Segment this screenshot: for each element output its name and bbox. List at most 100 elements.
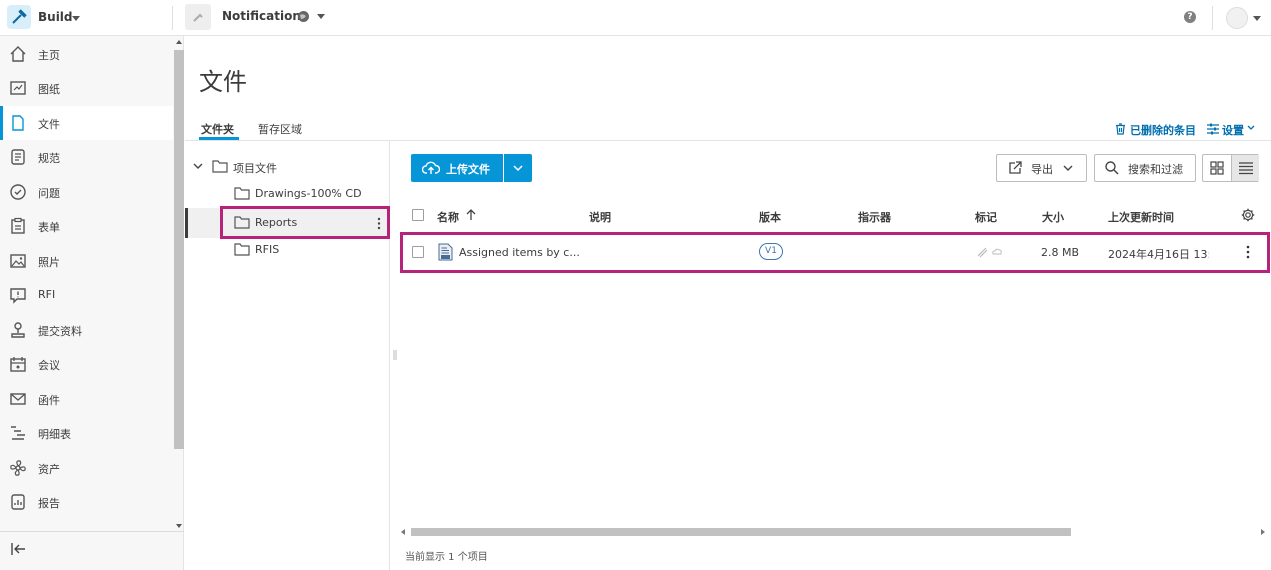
meetings-icon: [9, 355, 27, 373]
sidebar-item-forms[interactable]: 表单: [0, 209, 173, 243]
collapse-icon[interactable]: [11, 542, 27, 556]
sidebar-item-label: 文件: [38, 118, 60, 131]
highlight-box: [220, 206, 390, 239]
pane-resize-handle[interactable]: [393, 350, 397, 360]
reports-icon: [9, 493, 27, 511]
app-switcher-chevron-icon[interactable]: [72, 16, 80, 21]
grid-view-button[interactable]: [1203, 155, 1231, 181]
tree-label: Drawings-100% CD: [255, 187, 362, 200]
sidebar-item-label: 提交资料: [38, 325, 82, 338]
sidebar-item-submittals[interactable]: 提交资料: [0, 313, 173, 347]
sidebar-item-label: 表单: [38, 221, 60, 234]
tab-folders[interactable]: 文件夹: [201, 121, 234, 137]
scroll-right-arrow-icon[interactable]: [1261, 529, 1265, 535]
sidebar-item-label: 问题: [38, 187, 60, 200]
project-name[interactable]: Notifications: [222, 9, 308, 23]
chevron-down-icon: [1063, 165, 1073, 172]
file-icon: [9, 114, 27, 132]
scroll-up-arrow-icon[interactable]: [176, 40, 182, 44]
sidebar-item-label: 明细表: [38, 428, 71, 441]
select-all-checkbox[interactable]: [412, 209, 424, 221]
assets-icon: [9, 459, 27, 477]
chevron-down-icon: [1247, 125, 1255, 131]
scroll-down-arrow-icon[interactable]: [176, 524, 182, 528]
sidebar-item-meetings[interactable]: 会议: [0, 347, 173, 381]
sidebar-item-reports[interactable]: 报告: [0, 485, 173, 519]
upload-options-button[interactable]: [504, 154, 532, 182]
column-header-description[interactable]: 说明: [589, 209, 611, 225]
sidebar-item-label: 会议: [38, 359, 60, 372]
sidebar-item-photos[interactable]: 照片: [0, 244, 173, 278]
tree-item-drawings[interactable]: Drawings-100% CD: [233, 181, 383, 207]
correspondence-icon: [9, 390, 27, 408]
build-app-icon[interactable]: [7, 5, 31, 29]
sidebar-item-label: RFI: [38, 288, 56, 301]
sidebar-item-label: 报告: [38, 497, 60, 510]
top-bar: Build Notifications ?: [0, 0, 1271, 36]
submittals-icon: [9, 321, 27, 339]
sidebar-item-home[interactable]: 主页: [0, 37, 173, 71]
sidebar-item-sheets[interactable]: 图纸: [0, 71, 173, 105]
user-avatar[interactable]: [1226, 7, 1248, 29]
search-icon: [1105, 161, 1119, 175]
column-header-indicator[interactable]: 指示器: [858, 209, 891, 225]
tab-staging-area[interactable]: 暂存区域: [258, 121, 302, 137]
view-toggle: [1202, 154, 1259, 182]
issues-icon: [9, 183, 27, 201]
column-header-size[interactable]: 大小: [1042, 209, 1064, 225]
folder-tree: 项目文件 Drawings-100% CD Reports RFIS: [185, 141, 390, 570]
search-filter-button[interactable]: 搜索和过滤: [1094, 154, 1196, 182]
search-filter-label: 搜索和过滤: [1128, 163, 1183, 176]
sidebar: 主页 图纸 文件 规范 问题 表单 照片 RFI 提交资料 会议 函件 明细表 …: [0, 36, 184, 570]
tree-item-rfis[interactable]: RFIS: [233, 237, 383, 263]
export-button[interactable]: 导出: [996, 154, 1087, 182]
sidebar-item-files[interactable]: 文件: [0, 106, 173, 140]
sidebar-item-issues[interactable]: 问题: [0, 175, 173, 209]
specs-icon: [9, 148, 27, 166]
sort-ascending-icon[interactable]: [466, 209, 476, 221]
column-settings-gear-icon[interactable]: [1241, 208, 1255, 222]
sidebar-item-specs[interactable]: 规范: [0, 140, 173, 174]
column-header-version[interactable]: 版本: [759, 209, 781, 225]
sidebar-item-label: 规范: [38, 152, 60, 165]
highlight-box: [400, 232, 1270, 273]
sidebar-item-label: 函件: [38, 394, 60, 407]
chevron-down-icon[interactable]: [193, 163, 203, 170]
project-switcher-chevron-icon[interactable]: [317, 14, 325, 19]
project-thumbnail[interactable]: [185, 4, 211, 30]
sidebar-item-label: 资产: [38, 463, 60, 476]
sidebar-item-rfi[interactable]: RFI: [0, 278, 173, 312]
app-name[interactable]: Build: [38, 10, 73, 24]
photos-icon: [9, 252, 27, 270]
deleted-items-label: 已删除的条目: [1130, 124, 1196, 137]
column-header-name[interactable]: 名称: [437, 209, 459, 225]
sidebar-item-label: 主页: [38, 49, 60, 62]
export-icon: [1008, 161, 1022, 175]
home-icon: [9, 45, 27, 63]
sidebar-item-label: 图纸: [38, 83, 60, 96]
sliders-icon: [1207, 123, 1219, 135]
upload-files-button[interactable]: 上传文件: [411, 154, 503, 182]
tree-root-project-files[interactable]: 项目文件: [191, 154, 381, 180]
sheets-icon: [9, 79, 27, 97]
selected-indicator: [185, 208, 188, 238]
sidebar-item-schedule[interactable]: 明细表: [0, 416, 173, 450]
trash-icon: [1115, 123, 1126, 135]
scroll-left-arrow-icon[interactable]: [401, 529, 405, 535]
items-count-status: 当前显示 1 个项目: [405, 552, 488, 563]
sidebar-item-correspondence[interactable]: 函件: [0, 382, 173, 416]
horizontal-scrollbar-thumb[interactable]: [411, 528, 1071, 536]
column-header-last-updated[interactable]: 上次更新时间: [1108, 209, 1174, 225]
cloud-upload-icon: [422, 161, 440, 175]
sidebar-scrollbar-thumb[interactable]: [174, 50, 184, 449]
user-menu-chevron-icon[interactable]: [1253, 16, 1261, 21]
sidebar-scrollbar[interactable]: [174, 40, 184, 528]
folder-icon: [234, 243, 250, 256]
column-header-markup[interactable]: 标记: [975, 209, 997, 225]
rfi-icon: [9, 286, 27, 304]
help-icon[interactable]: ?: [1184, 11, 1196, 23]
horizontal-scrollbar[interactable]: [399, 527, 1269, 537]
sidebar-item-assets[interactable]: 资产: [0, 451, 173, 485]
chevron-down-icon: [513, 165, 523, 172]
list-view-button[interactable]: [1231, 155, 1259, 181]
